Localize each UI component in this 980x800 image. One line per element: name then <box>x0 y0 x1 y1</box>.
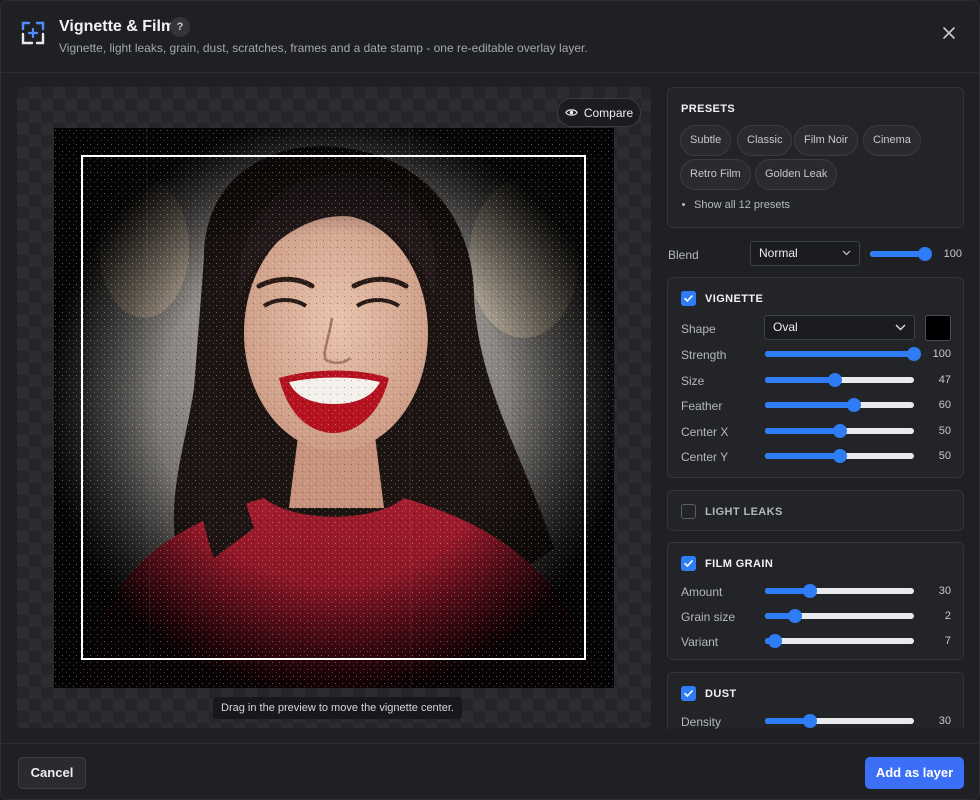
slider-value: 2 <box>944 610 951 622</box>
slider-value: 47 <box>938 373 951 386</box>
cancel-button[interactable]: Cancel <box>18 757 86 789</box>
slider-label: Feather <box>681 399 723 413</box>
slider-track[interactable] <box>765 634 914 648</box>
close-icon[interactable] <box>937 21 961 45</box>
slider-value: 30 <box>938 585 951 597</box>
dust-card: DUST Density 30 <box>667 672 964 729</box>
slider-track[interactable] <box>765 609 914 623</box>
vignette-title: VIGNETTE <box>705 293 764 305</box>
preset-chip[interactable]: Subtle <box>680 125 732 156</box>
vignette-shape-select[interactable]: Oval <box>764 315 915 340</box>
slider-label: Strength <box>681 348 727 362</box>
slider-value: 7 <box>944 635 951 647</box>
preset-chip[interactable]: Film Noir <box>794 125 858 156</box>
slider-label: Grain size <box>681 610 736 624</box>
blend-opacity-slider[interactable] <box>870 247 932 261</box>
preset-chip[interactable]: Retro Film <box>680 159 751 190</box>
film-frame-icon <box>21 21 45 45</box>
slider-label: Amount <box>681 585 723 599</box>
help-icon[interactable]: ? <box>170 17 190 37</box>
dialog-title: Vignette & Film <box>59 18 176 35</box>
blend-mode-value: Normal <box>759 246 798 260</box>
film-grain-title: FILM GRAIN <box>705 558 774 570</box>
dialog-footer: Cancel Add as layer <box>1 743 979 799</box>
dust-checkbox[interactable] <box>681 686 696 701</box>
slider-value: 50 <box>938 424 951 437</box>
slider-track[interactable] <box>765 347 921 361</box>
dust-title: DUST <box>705 688 737 700</box>
show-all-label: Show all 12 presets <box>694 199 790 211</box>
slider-label: Variant <box>681 635 719 649</box>
presets-card: PRESETS Subtle Classic Film Noir Cinema … <box>667 87 964 228</box>
presets-title: PRESETS <box>681 103 736 115</box>
slider-track[interactable] <box>765 423 914 438</box>
slider-value: 60 <box>938 399 951 411</box>
compare-button[interactable]: Compare <box>557 98 641 127</box>
eye-icon <box>565 109 578 116</box>
film-grain-card: FILM GRAIN Amount 30 Grain size 2 Variant 7 <box>667 542 964 660</box>
slider-track[interactable] <box>765 584 914 598</box>
slider-label: Size <box>681 373 705 388</box>
preview-hint: Drag in the preview to move the vignette… <box>213 697 462 719</box>
vignette-film-dialog: Vignette & Film ? Vignette, light leaks,… <box>0 0 980 800</box>
dialog-subtitle: Vignette, light leaks, grain, dust, scra… <box>59 41 588 55</box>
vignette-checkbox[interactable] <box>681 291 696 306</box>
preset-chip[interactable]: Classic <box>737 125 793 156</box>
light-leaks-checkbox[interactable] <box>681 504 696 519</box>
slider-label: Density <box>681 715 722 729</box>
add-as-layer-button[interactable]: Add as layer <box>865 757 964 789</box>
slider-track[interactable] <box>765 372 914 387</box>
vignette-card: VIGNETTE Shape Oval Strength 100 Size 47 Fea… <box>667 277 964 478</box>
film-grain-checkbox[interactable] <box>681 556 696 571</box>
slider-track[interactable] <box>765 449 914 463</box>
blend-label: Blend <box>668 248 699 262</box>
dialog-header: Vignette & Film ? Vignette, light leaks,… <box>1 1 979 73</box>
show-all-presets-link[interactable]: Show all 12 presets <box>682 199 790 211</box>
chevron-down-icon <box>895 324 906 331</box>
vignette-color-swatch[interactable] <box>925 315 951 341</box>
slider-value: 50 <box>938 450 951 462</box>
slider-label: Center X <box>681 424 729 439</box>
slider-value: 100 <box>932 348 951 360</box>
blend-opacity-value: 100 <box>943 248 962 260</box>
light-leaks-card: LIGHT LEAKS <box>667 490 964 531</box>
blend-mode-select[interactable]: Normal <box>750 241 860 266</box>
compare-label: Compare <box>583 105 634 120</box>
slider-label: Center Y <box>681 450 729 464</box>
preset-chip[interactable]: Cinema <box>863 125 921 156</box>
shape-value: Oval <box>773 320 798 334</box>
chevron-down-icon <box>842 250 851 256</box>
slider-track[interactable] <box>765 714 914 728</box>
shape-label: Shape <box>681 322 716 336</box>
settings-panel[interactable]: PRESETS Subtle Classic Film Noir Cinema … <box>667 87 965 729</box>
slider-value: 30 <box>938 715 951 727</box>
preview-canvas[interactable]: Compare Drag in the preview to move the … <box>17 87 651 728</box>
preview-photo[interactable] <box>54 128 614 688</box>
light-leaks-title: LIGHT LEAKS <box>705 506 783 518</box>
slider-track[interactable] <box>765 398 914 412</box>
vignette-frame-border <box>81 155 586 660</box>
preset-chip[interactable]: Golden Leak <box>755 159 838 190</box>
